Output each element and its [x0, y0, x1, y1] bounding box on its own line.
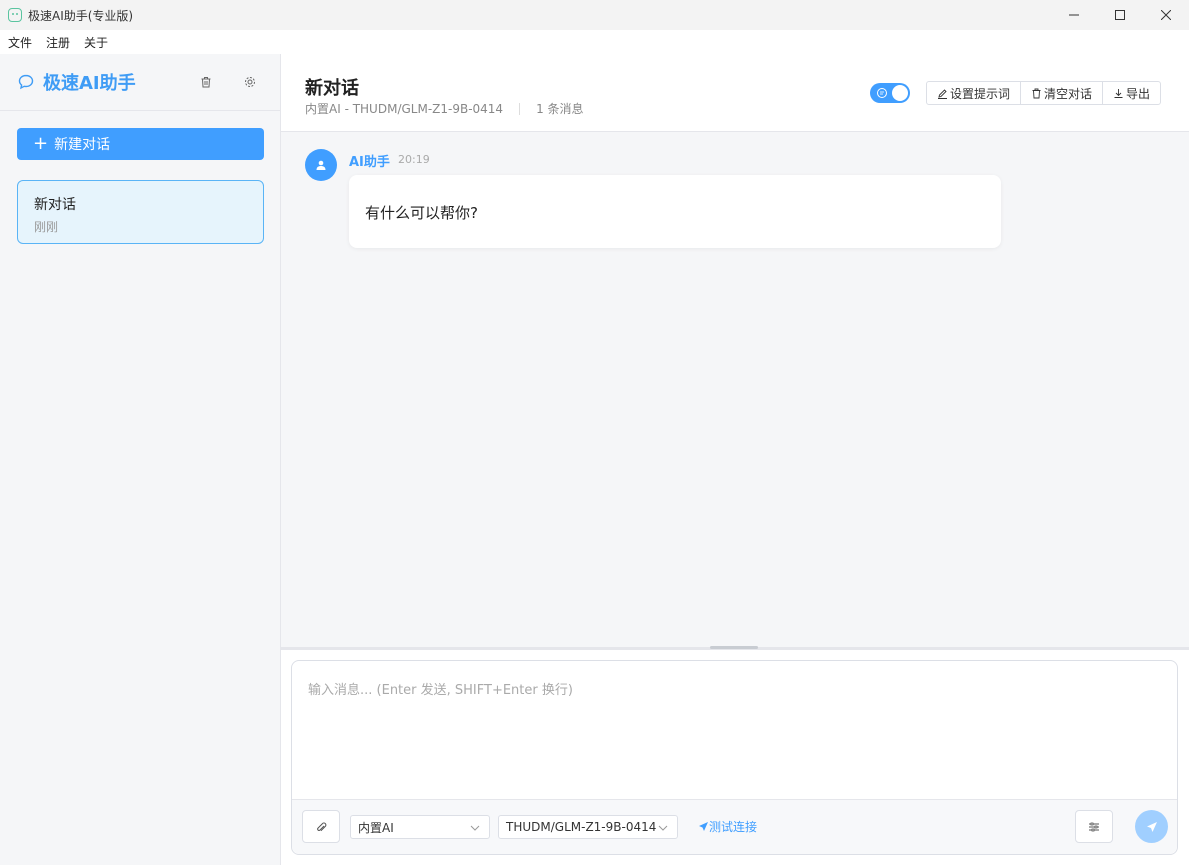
provider-value: 内置AI — [358, 820, 394, 835]
export-label: 导出 — [1126, 86, 1151, 101]
sidebar-title: 极速AI助手 — [43, 73, 136, 94]
stream-toggle[interactable] — [870, 83, 910, 103]
gear-icon — [245, 77, 255, 87]
close-button[interactable] — [1143, 0, 1189, 30]
close-icon — [1161, 10, 1171, 20]
set-prompt-label: 设置提示词 — [950, 86, 1011, 101]
message-time: 20:19 — [398, 153, 430, 166]
clear-chat-label: 清空对话 — [1044, 86, 1093, 101]
provider-select[interactable]: 内置AI — [350, 815, 490, 839]
trash-icon — [201, 77, 211, 88]
app-logo-icon — [8, 8, 22, 22]
sliders-icon — [1089, 822, 1099, 831]
trash-icon — [1032, 88, 1041, 98]
sidebar-header: 极速AI助手 — [0, 54, 280, 111]
model-select[interactable]: THUDM/GLM-Z1-9B-0414 — [498, 815, 678, 839]
model-info: 内置AI - THUDM/GLM-Z1-9B-0414 — [305, 102, 504, 116]
message-count: 1 条消息 — [536, 102, 584, 116]
chevron-down-icon — [658, 825, 668, 831]
model-value: THUDM/GLM-Z1-9B-0414 — [506, 820, 657, 834]
chat-bubble-icon — [18, 74, 34, 90]
new-chat-button[interactable]: + 新建对话 — [17, 128, 264, 160]
avatar — [305, 149, 337, 181]
export-button[interactable]: 导出 — [1103, 82, 1160, 104]
menu-about[interactable]: 关于 — [84, 34, 108, 51]
plus-icon: + — [33, 133, 49, 154]
sidebar: 极速AI助手 + 新建对话 新对话 刚刚 — [0, 54, 281, 865]
settings-button[interactable] — [242, 74, 258, 90]
minimize-button[interactable] — [1051, 0, 1097, 30]
chevron-down-icon — [470, 825, 480, 831]
send-icon — [1146, 821, 1157, 832]
message-icon — [877, 88, 887, 98]
menu-file[interactable]: 文件 — [8, 34, 32, 51]
message-bubble: 有什么可以帮你? — [349, 175, 1001, 248]
clear-chat-button[interactable]: 清空对话 — [1021, 82, 1104, 104]
chat-meta: 内置AI - THUDM/GLM-Z1-9B-0414 1 条消息 — [305, 100, 584, 117]
user-icon — [316, 160, 326, 170]
maximize-icon — [1115, 10, 1125, 20]
send-button[interactable] — [1135, 810, 1168, 843]
message-input[interactable] — [292, 661, 1177, 800]
input-settings-button[interactable] — [1075, 810, 1113, 843]
conversation-title: 新对话 — [34, 197, 76, 213]
maximize-button[interactable] — [1097, 0, 1143, 30]
toggle-knob — [892, 85, 908, 101]
minimize-icon — [1069, 14, 1079, 16]
edit-icon — [938, 88, 947, 99]
composer: 内置AI THUDM/GLM-Z1-9B-0414 测试连接 — [291, 660, 1178, 855]
header-actions: 设置提示词 清空对话 导出 — [926, 81, 1162, 105]
message-text: 有什么可以帮你? — [365, 204, 478, 222]
message-author: AI助手 — [349, 155, 390, 170]
menu-bar: 文件 注册 关于 — [0, 30, 1189, 54]
window-title: 极速AI助手(专业版) — [28, 8, 134, 23]
set-prompt-button[interactable]: 设置提示词 — [927, 82, 1022, 104]
chat-header: 新对话 内置AI - THUDM/GLM-Z1-9B-0414 1 条消息 设置… — [281, 54, 1189, 132]
new-chat-label: 新建对话 — [54, 137, 111, 153]
page-title: 新对话 — [305, 78, 359, 99]
divider — [519, 102, 521, 115]
resize-handle[interactable] — [710, 646, 758, 649]
download-icon — [1114, 88, 1123, 98]
conversation-time: 刚刚 — [34, 220, 59, 234]
test-connection-button[interactable]: 测试连接 — [698, 818, 757, 835]
window-controls — [1051, 0, 1189, 30]
attach-button[interactable] — [302, 810, 340, 843]
title-bar: 极速AI助手(专业版) — [0, 0, 1189, 30]
paperclip-icon — [317, 822, 327, 831]
conversation-item[interactable]: 新对话 刚刚 — [17, 180, 264, 244]
message-list: AI助手 20:19 有什么可以帮你? — [281, 132, 1189, 647]
composer-toolbar: 内置AI THUDM/GLM-Z1-9B-0414 测试连接 — [292, 800, 1177, 854]
delete-all-button[interactable] — [198, 74, 214, 90]
menu-register[interactable]: 注册 — [46, 34, 70, 51]
send-plane-icon — [699, 822, 708, 831]
test-connection-label: 测试连接 — [709, 820, 758, 834]
